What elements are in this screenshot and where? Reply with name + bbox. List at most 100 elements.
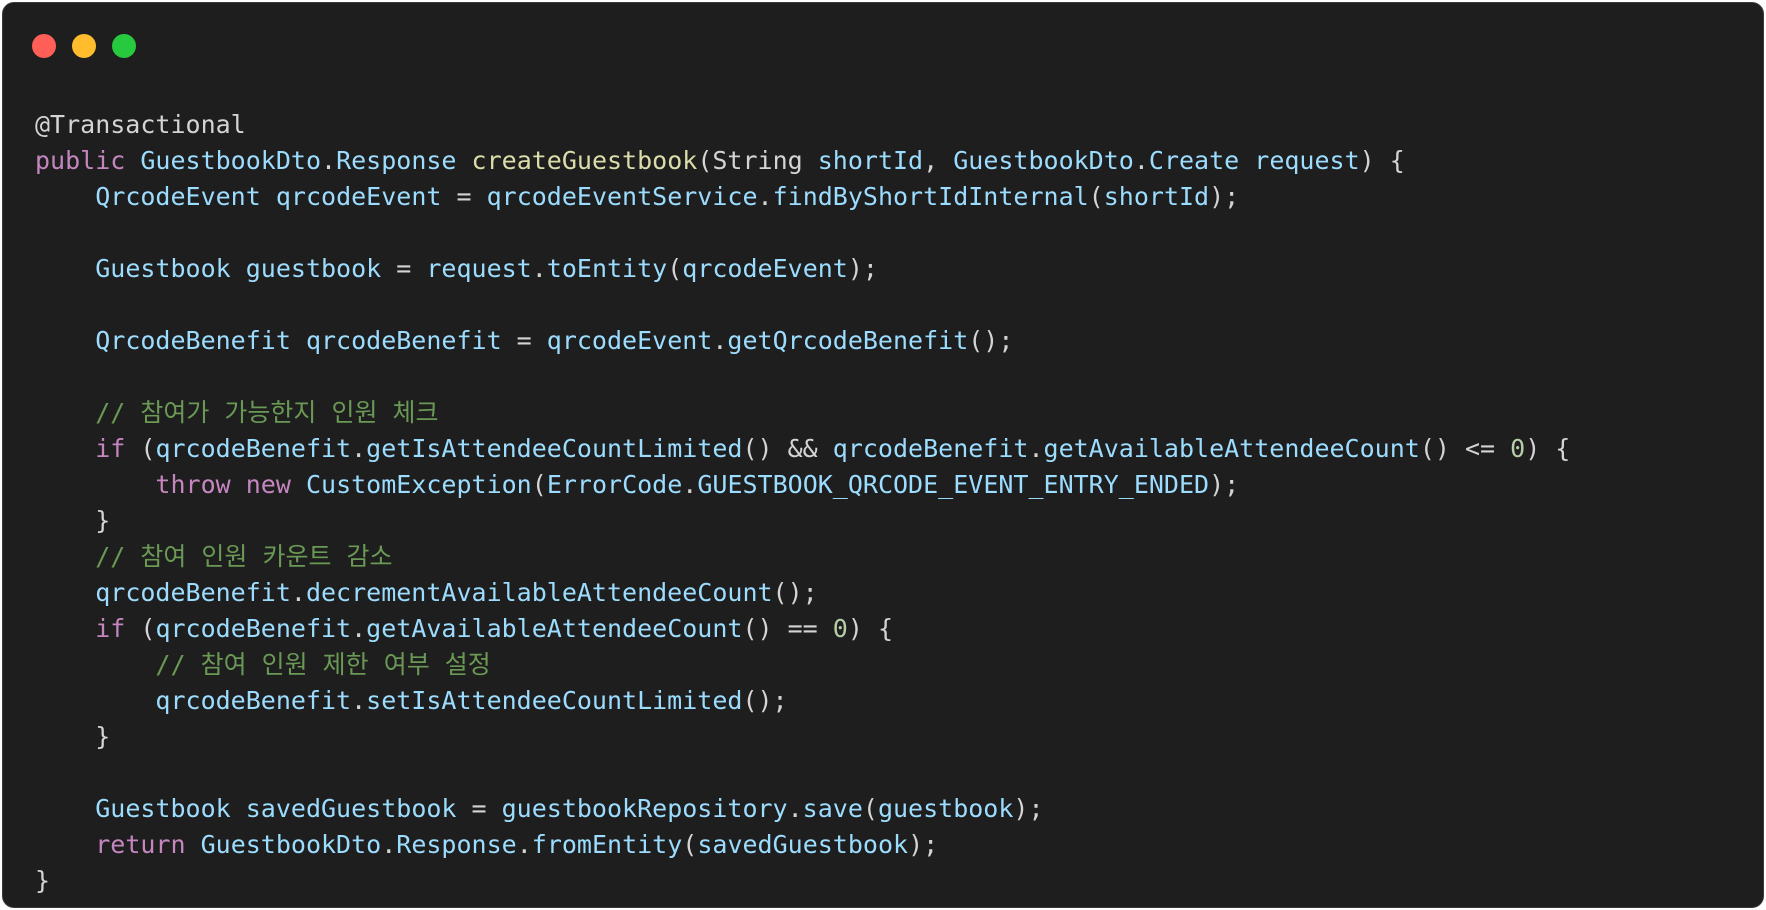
code-token-plain: (); xyxy=(742,686,788,715)
code-token-type: getQrcodeBenefit xyxy=(727,326,969,355)
code-line: QrcodeEvent qrcodeEvent = qrcodeEventSer… xyxy=(35,179,1570,215)
minimize-window-icon[interactable] xyxy=(72,34,96,58)
code-token-type: CustomException xyxy=(305,470,532,499)
close-window-icon[interactable] xyxy=(32,34,56,58)
code-token-type: GuestbookDto xyxy=(953,146,1134,175)
code-token-type: Response xyxy=(336,146,457,175)
code-token-type: guestbook xyxy=(877,794,1014,823)
code-token-keyword: new xyxy=(245,470,291,499)
code-token-plain: } xyxy=(35,866,51,895)
code-token-plain: ( xyxy=(531,470,547,499)
code-token-plain: ( xyxy=(862,794,878,823)
code-line: throw new CustomException(ErrorCode.GUES… xyxy=(35,467,1570,503)
code-token-plain: () <= xyxy=(1419,434,1511,463)
code-token-plain: } xyxy=(35,722,111,751)
code-token-plain: ( xyxy=(667,254,683,283)
code-token-plain: = xyxy=(441,182,487,211)
code-token-plain: = xyxy=(381,254,427,283)
code-token-type: getAvailableAttendeeCount xyxy=(1043,434,1420,463)
code-token-plain: . xyxy=(1133,146,1149,175)
code-token-type: Guestbook xyxy=(95,794,231,823)
code-line: qrcodeBenefit.setIsAttendeeCountLimited(… xyxy=(35,683,1570,719)
code-token-plain: , xyxy=(923,146,954,175)
code-token-type: qrcodeBenefit xyxy=(155,686,352,715)
code-token-type: findByShortIdInternal xyxy=(772,182,1089,211)
code-token-plain: (); xyxy=(968,326,1014,355)
code-token-type: shortId xyxy=(817,146,924,175)
code-token-plain: . xyxy=(1028,434,1044,463)
code-token-plain: ); xyxy=(1209,470,1240,499)
code-token-plain: = xyxy=(501,326,547,355)
code-token-plain: ) { xyxy=(847,614,893,643)
code-token-number: 0 xyxy=(832,614,848,643)
code-line: if (qrcodeBenefit.getAvailableAttendeeCo… xyxy=(35,611,1570,647)
code-line: } xyxy=(35,863,1570,899)
code-token-keyword: if xyxy=(95,434,126,463)
code-token-annotation: @Transactional xyxy=(35,110,246,139)
code-token-comment: // 참여가 가능한지 인원 체크 xyxy=(95,398,439,427)
code-token-type: guestbook xyxy=(245,254,382,283)
code-token-plain: (String xyxy=(697,146,818,175)
code-token-plain: . xyxy=(787,794,803,823)
code-token-type: Guestbook xyxy=(95,254,231,283)
code-token-type: QrcodeEvent xyxy=(95,182,261,211)
code-token-type: GUESTBOOK_QRCODE_EVENT_ENTRY_ENDED xyxy=(697,470,1210,499)
code-line: // 참여가 가능한지 인원 체크 xyxy=(35,395,1570,431)
code-token-type: savedGuestbook xyxy=(245,794,457,823)
code-token-type: request xyxy=(1254,146,1360,175)
code-token-type: qrcodeBenefit xyxy=(305,326,502,355)
code-token-keyword: if xyxy=(95,614,126,643)
code-line: return GuestbookDto.Response.fromEntity(… xyxy=(35,827,1570,863)
code-token-type: Response xyxy=(396,830,517,859)
code-token-type: GuestbookDto xyxy=(200,830,382,859)
code-token-type: qrcodeBenefit xyxy=(155,614,352,643)
code-token-type: qrcodeBenefit xyxy=(95,578,291,607)
code-token-func: createGuestbook xyxy=(471,146,698,175)
code-token-type: fromEntity xyxy=(531,830,683,859)
code-token-plain: . xyxy=(351,614,367,643)
code-line: } xyxy=(35,503,1570,539)
code-token-plain: . xyxy=(321,146,337,175)
code-token-plain: ( xyxy=(125,614,156,643)
code-token-plain: . xyxy=(381,830,397,859)
code-token-comment: // 참여 인원 제한 여부 설정 xyxy=(155,650,491,679)
code-token-plain: . xyxy=(757,182,773,211)
code-token-type: save xyxy=(802,794,863,823)
code-token-plain: (); xyxy=(772,578,818,607)
code-token-number: 0 xyxy=(1510,434,1526,463)
code-token-type: GuestbookDto xyxy=(140,146,321,175)
code-token-type: qrcodeEvent xyxy=(682,254,848,283)
code-token-type: decrementAvailableAttendeeCount xyxy=(305,578,773,607)
code-line: public GuestbookDto.Response createGuest… xyxy=(35,143,1570,179)
code-token-type: savedGuestbook xyxy=(697,830,909,859)
code-token-plain: . xyxy=(712,326,728,355)
window-titlebar xyxy=(3,3,1763,83)
maximize-window-icon[interactable] xyxy=(112,34,136,58)
code-token-plain: ); xyxy=(847,254,878,283)
code-token-plain: } xyxy=(35,506,111,535)
code-line: // 참여 인원 카운트 감소 xyxy=(35,539,1570,575)
code-token-plain: () && xyxy=(742,434,833,463)
code-token-type: getAvailableAttendeeCount xyxy=(366,614,743,643)
code-token-plain: . xyxy=(682,470,698,499)
code-line: if (qrcodeBenefit.getIsAttendeeCountLimi… xyxy=(35,431,1570,467)
code-line: Guestbook guestbook = request.toEntity(q… xyxy=(35,251,1570,287)
